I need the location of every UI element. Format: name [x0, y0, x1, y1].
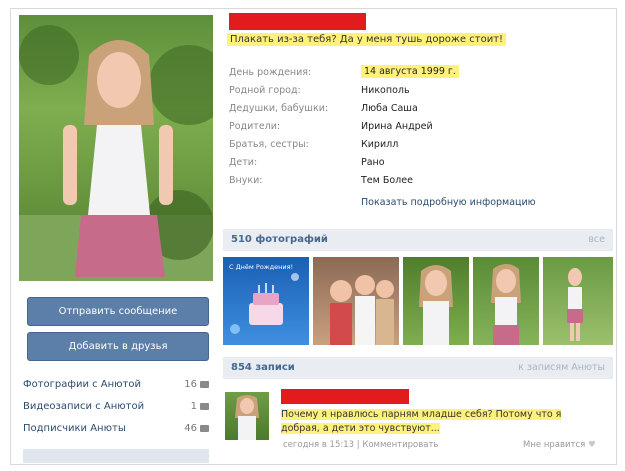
sidebar-section-header — [23, 449, 209, 463]
heart-icon: ♥ — [587, 440, 596, 450]
comment-link[interactable]: Комментировать — [362, 440, 438, 450]
avatar-photo — [19, 25, 213, 281]
portrait-photo-image — [419, 265, 453, 345]
followers-count: 46 — [184, 423, 197, 434]
wall-posts-link[interactable]: к записям Анюты — [518, 357, 605, 379]
info-value-parents[interactable]: Ирина Андрей — [361, 121, 433, 132]
info-label-children: Дети: — [229, 157, 258, 168]
sidebar-item-label: Фотографии с Анютой — [23, 379, 142, 390]
photo-thumb-4[interactable] — [473, 257, 539, 345]
send-message-button[interactable]: Отправить сообщение — [27, 297, 209, 326]
like-button[interactable]: Мне нравится ♥ — [523, 440, 596, 450]
photo-thumb-3[interactable] — [403, 257, 469, 345]
photo-caption: С Днём Рождения! — [229, 263, 294, 271]
redacted-name — [229, 13, 366, 30]
sidebar-item-photos[interactable]: Фотографии с Анютой 16 — [23, 379, 209, 390]
post-meta: сегодня в 15:13 | Комментировать — [283, 440, 439, 450]
photos-count: 16 — [184, 379, 197, 390]
profile-page: Отправить сообщение Добавить в друзья Фо… — [10, 8, 617, 465]
wall-section-title[interactable]: 854 записи — [231, 357, 295, 379]
info-value-children[interactable]: Рано — [361, 157, 385, 168]
people-icon — [200, 424, 209, 432]
videos-count: 1 — [190, 401, 197, 412]
photo-thumb-1[interactable]: С Днём Рождения! — [223, 257, 309, 345]
photos-section-title[interactable]: 510 фотографий — [231, 229, 328, 251]
like-label: Мне нравится — [523, 440, 586, 450]
photos-section-header[interactable]: 510 фотографий все — [223, 229, 613, 251]
info-label-grandchildren: Внуки: — [229, 175, 263, 186]
video-icon — [200, 402, 209, 410]
portrait-photo-image — [491, 264, 521, 345]
group-photo-image — [330, 275, 394, 345]
info-value-birthday[interactable]: 14 августа 1999 г. — [361, 65, 459, 78]
sidebar-item-label: Подписчики Анюты — [23, 423, 126, 434]
post-text-content: Почему я нравлюсь парням младше себя? По… — [281, 409, 562, 434]
redacted-post-author — [281, 389, 409, 404]
sidebar-item-videos[interactable]: Видеозаписи с Анютой 1 — [23, 401, 209, 412]
post-time[interactable]: сегодня в 15:13 — [283, 440, 354, 450]
portrait-photo-image — [567, 268, 583, 341]
profile-avatar[interactable] — [19, 15, 213, 281]
info-label-birthday: День рождения: — [229, 67, 312, 78]
photo-thumb-5[interactable] — [543, 257, 613, 345]
profile-status[interactable]: Плакать из-за тебя? Да у меня тушь дорож… — [227, 33, 507, 46]
add-friend-button[interactable]: Добавить в друзья — [27, 332, 209, 361]
wall-section-header[interactable]: 854 записи к записям Анюты — [223, 357, 613, 379]
info-label-siblings: Братья, сестры: — [229, 139, 309, 150]
info-value-grandparents[interactable]: Люба Саша — [361, 103, 418, 114]
show-more-info-link[interactable]: Показать подробную информацию — [361, 197, 536, 208]
info-label-parents: Родители: — [229, 121, 281, 132]
info-value-grandchildren[interactable]: Тем Более — [361, 175, 413, 186]
post-text: Почему я нравлюсь парням младше себя? По… — [281, 408, 571, 436]
photos-all-link[interactable]: все — [588, 229, 605, 251]
photo-thumb-2[interactable] — [313, 257, 399, 345]
info-label-grandparents: Дедушки, бабушки: — [229, 103, 329, 114]
post-avatar-image — [235, 395, 259, 440]
info-value-hometown[interactable]: Никополь — [361, 85, 410, 96]
info-label-hometown: Родной город: — [229, 85, 301, 96]
post-author-avatar[interactable] — [225, 392, 269, 440]
sidebar-item-label: Видеозаписи с Анютой — [23, 401, 145, 412]
camera-icon — [200, 380, 209, 388]
sidebar-item-followers[interactable]: Подписчики Анюты 46 — [23, 423, 209, 434]
info-value-siblings[interactable]: Кирилл — [361, 139, 398, 150]
